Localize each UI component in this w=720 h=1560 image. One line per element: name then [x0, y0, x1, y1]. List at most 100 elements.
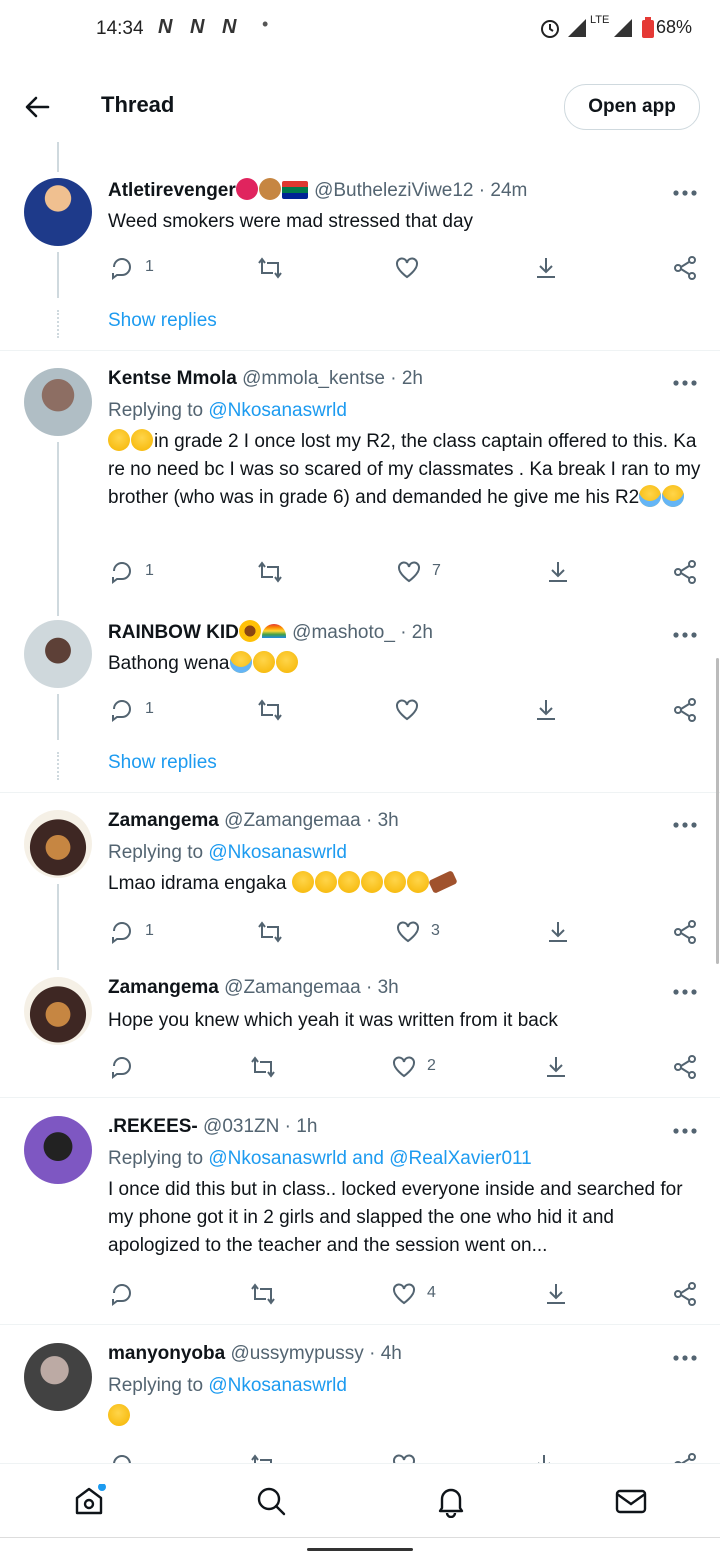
display-name[interactable]: .REKEES-: [108, 1116, 198, 1137]
reply-icon[interactable]: [109, 1280, 135, 1308]
more-icon[interactable]: [672, 987, 698, 997]
reply-icon[interactable]: [109, 696, 135, 724]
joy-emoji: [406, 871, 429, 893]
share-icon[interactable]: [672, 1053, 698, 1081]
handle[interactable]: @mashoto_: [292, 622, 395, 643]
tweet[interactable]: .REKEES- @031ZN · 1h Replying to @Nkosan…: [0, 1110, 720, 1324]
share-icon[interactable]: [672, 1451, 698, 1463]
like-icon[interactable]: [395, 918, 421, 946]
like-count: 3: [431, 922, 440, 939]
rofl-emoji: [249, 647, 278, 677]
avatar[interactable]: [24, 810, 92, 878]
messages-icon[interactable]: [614, 1484, 648, 1518]
home-gesture-bar[interactable]: [307, 1548, 413, 1551]
timestamp: · 3h: [365, 810, 399, 831]
share-icon[interactable]: [672, 558, 698, 586]
avatar[interactable]: [24, 368, 92, 436]
download-icon[interactable]: [533, 254, 559, 282]
more-icon[interactable]: [672, 1353, 698, 1363]
reply-count: 1: [145, 258, 154, 275]
tweet[interactable]: Kentse Mmola @mmola_kentse · 2h Replying…: [0, 362, 720, 616]
home-icon[interactable]: [72, 1484, 106, 1518]
display-name[interactable]: Zamangema: [108, 977, 219, 998]
download-icon[interactable]: [533, 696, 559, 724]
retweet-icon[interactable]: [249, 1053, 277, 1081]
show-replies-link[interactable]: Show replies: [108, 752, 217, 774]
retweet-icon[interactable]: [249, 1280, 277, 1308]
display-name[interactable]: manyonyoba: [108, 1343, 225, 1364]
tweet[interactable]: RAINBOW KID @mashoto_ · 2h Bathong wena …: [0, 614, 720, 792]
handle[interactable]: @ussymypussy: [230, 1343, 363, 1364]
avatar[interactable]: [24, 178, 92, 246]
retweet-icon[interactable]: [249, 1451, 277, 1463]
more-icon[interactable]: [672, 188, 698, 198]
download-icon[interactable]: [543, 1280, 569, 1308]
like-count: 2: [427, 1057, 436, 1074]
more-icon[interactable]: [672, 1126, 698, 1136]
reply-icon[interactable]: [109, 558, 135, 586]
handle[interactable]: @Zamangemaa: [224, 810, 361, 831]
mention-link[interactable]: @Nkosanaswrld: [208, 1148, 347, 1169]
joy-emoji: [383, 871, 406, 893]
like-icon[interactable]: [396, 558, 422, 586]
download-icon[interactable]: [545, 558, 571, 586]
page-title: Thread: [101, 92, 175, 117]
download-icon[interactable]: [531, 1451, 557, 1463]
tweet[interactable]: manyonyoba @ussymypussy · 4h Replying to…: [0, 1337, 720, 1463]
network-badge: N: [158, 16, 173, 38]
avatar[interactable]: [24, 620, 92, 688]
like-icon[interactable]: [394, 254, 420, 282]
show-replies-link[interactable]: Show replies: [108, 310, 217, 332]
back-arrow-icon[interactable]: [22, 92, 52, 122]
like-icon[interactable]: [391, 1451, 417, 1463]
tweet[interactable]: Zamangema @Zamangemaa · 3h Replying to @…: [0, 804, 720, 970]
mention-link[interactable]: @RealXavier011: [389, 1148, 532, 1169]
share-icon[interactable]: [672, 1280, 698, 1308]
handle[interactable]: @Zamangemaa: [224, 977, 361, 998]
avatar[interactable]: [24, 1116, 92, 1184]
retweet-icon[interactable]: [256, 254, 284, 282]
retweet-icon[interactable]: [256, 918, 284, 946]
share-icon[interactable]: [672, 254, 698, 282]
handle[interactable]: @mmola_kentse: [242, 368, 385, 389]
more-icon[interactable]: [672, 630, 698, 640]
like-icon[interactable]: [394, 696, 420, 724]
retweet-icon[interactable]: [256, 558, 284, 586]
divider: [0, 350, 720, 351]
search-icon[interactable]: [254, 1484, 288, 1518]
display-name[interactable]: Zamangema: [108, 810, 219, 831]
like-icon[interactable]: [391, 1053, 417, 1081]
reply-icon[interactable]: [109, 1053, 135, 1081]
more-icon[interactable]: [672, 820, 698, 830]
tweet[interactable]: Zamangema @Zamangemaa · 3h Hope you knew…: [0, 971, 720, 1095]
download-icon[interactable]: [545, 918, 571, 946]
retweet-icon[interactable]: [256, 696, 284, 724]
avatar[interactable]: [24, 977, 92, 1045]
notifications-icon[interactable]: [434, 1484, 468, 1518]
display-name[interactable]: Atletirevenger: [108, 180, 236, 201]
display-name[interactable]: Kentse Mmola: [108, 368, 237, 389]
reply-icon[interactable]: [109, 254, 135, 282]
mention-link[interactable]: @Nkosanaswrld: [208, 1375, 347, 1396]
handle[interactable]: @031ZN: [203, 1116, 279, 1137]
mention-link[interactable]: @Nkosanaswrld: [208, 400, 347, 421]
divider: [0, 1324, 720, 1325]
handle[interactable]: @ButheleziViwe12: [314, 180, 473, 201]
red-circle-emoji: [235, 178, 258, 200]
download-icon[interactable]: [543, 1053, 569, 1081]
share-icon[interactable]: [672, 696, 698, 724]
tweet-actions: 1: [0, 696, 720, 726]
scrollbar[interactable]: [716, 658, 719, 964]
like-icon[interactable]: [391, 1280, 417, 1308]
open-app-button[interactable]: Open app: [564, 84, 700, 130]
tweet[interactable]: Atletirevenger @ButheleziViwe12 · 24m We…: [0, 172, 720, 350]
share-icon[interactable]: [672, 918, 698, 946]
display-name[interactable]: RAINBOW KID: [108, 622, 239, 643]
avatar[interactable]: [24, 1343, 92, 1411]
mention-link[interactable]: @Nkosanaswrld: [208, 842, 347, 863]
more-icon[interactable]: [672, 378, 698, 388]
battery-icon: [642, 17, 654, 38]
reply-icon[interactable]: [109, 918, 135, 946]
reply-icon[interactable]: [109, 1451, 135, 1463]
tweet-body: Lmao idrama engaka: [108, 870, 708, 898]
